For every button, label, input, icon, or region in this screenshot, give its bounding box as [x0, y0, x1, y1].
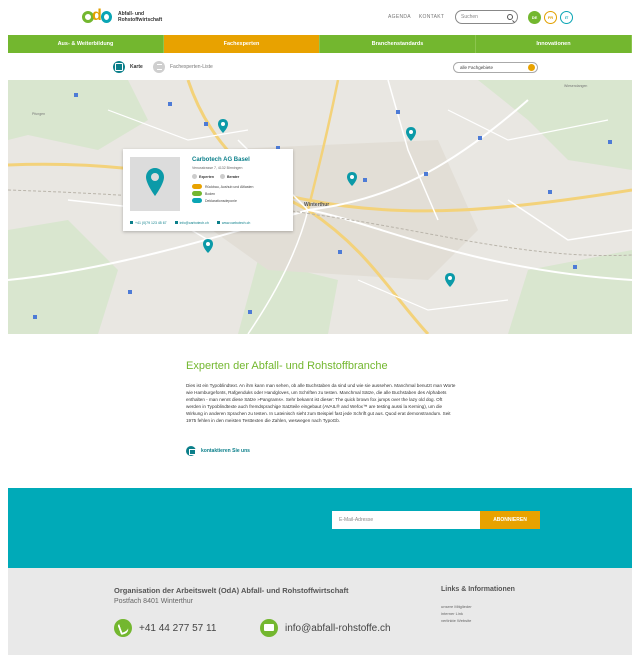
map-pin-icon[interactable] [445, 273, 455, 287]
contact-us-label: kontaktieren Sie uns [201, 448, 250, 454]
mail-icon [260, 619, 278, 637]
newsletter-email-placeholder: E-Mail-Adresse [339, 517, 374, 523]
expert-contact-row: +41 (0)79 123 45 67 info@carbotech.ch ww… [130, 221, 250, 225]
logo-text: Abfall- und Rohstoffwirtschaft [118, 11, 162, 23]
page-title: Experten der Abfall- und Rohstoffbranche [186, 360, 388, 372]
contact-us-link[interactable]: kontaktieren Sie uns [186, 446, 250, 456]
intro-section: Experten der Abfall- und Rohstoffbranche… [186, 360, 456, 424]
map-view[interactable]: Winterthur Wiesendangen Pfungen [8, 80, 632, 334]
mail-icon [186, 446, 196, 456]
main-nav: Aus- & Weiterbildung Fachexperten Branch… [8, 35, 632, 53]
subscribe-button[interactable]: ABONNIEREN [480, 511, 540, 529]
newsletter-band: E-Mail-Adresse ABONNIEREN [8, 488, 632, 568]
view-toolbar: Karte Fachexperten-Liste [0, 56, 636, 80]
role-badge: Berater [219, 174, 240, 179]
map-icon [113, 61, 125, 73]
logo[interactable]: d Abfall- und Rohstoffwirtschaft [82, 8, 162, 26]
footer-phone: +41 44 277 57 11 [139, 622, 217, 634]
site-header: d Abfall- und Rohstoffwirtschaft AGENDA … [0, 0, 636, 34]
role-badge: Experten [192, 174, 214, 179]
nav-kontakt-link[interactable]: KONTAKT [419, 14, 444, 20]
map-label-pfungen: Pfungen [32, 112, 46, 116]
tag-color-pill [192, 198, 202, 203]
footer-email: info@abfall-rohstoffe.ch [285, 622, 391, 634]
fachgebiet-select[interactable]: alle Fachgebiete [453, 62, 538, 73]
list-icon [153, 61, 165, 73]
mail-icon [174, 221, 178, 224]
tag-color-pill [192, 191, 202, 196]
expert-phone: +41 (0)79 123 45 67 [135, 221, 167, 225]
search-input[interactable]: Suchen [455, 10, 518, 24]
nav-agenda-link[interactable]: AGENDA [388, 14, 411, 20]
view-map-toggle[interactable]: Karte [113, 61, 143, 73]
phone-icon [130, 221, 133, 224]
top-nav: AGENDA KONTAKT [388, 14, 444, 20]
search-placeholder: Suchen [461, 14, 478, 20]
chevron-down-icon [528, 64, 535, 71]
newsletter-email-input[interactable]: E-Mail-Adresse [332, 511, 480, 529]
lang-fr-button[interactable]: FR [544, 11, 557, 24]
nav-item-fachexperten[interactable]: Fachexperten [164, 35, 320, 53]
footer-link-intern[interactable]: interner Link [441, 611, 463, 616]
expert-roles: Experten Berater [192, 174, 239, 179]
expert-phone-link[interactable]: +41 (0)79 123 45 67 [130, 221, 167, 225]
footer-link-mitglieder[interactable]: unsere Mitglieder [441, 604, 472, 609]
expert-info-card[interactable]: Carbotech AG Basel Venusstrasse 7, 4132 … [123, 149, 293, 231]
phone-icon [114, 619, 132, 637]
expertise-tag: Deklarationsdeponie [192, 198, 237, 203]
lang-de-button[interactable]: DE [528, 11, 541, 24]
tag-color-pill [192, 184, 202, 189]
footer-email-link[interactable]: info@abfall-rohstoffe.ch [260, 619, 391, 637]
expert-email-link[interactable]: info@carbotech.ch [174, 221, 209, 225]
footer-org-name: Organisation der Arbeitswelt (OdA) Abfal… [114, 586, 349, 595]
footer-link-website[interactable]: verlinkte Website [441, 618, 471, 623]
view-list-label: Fachexperten-Liste [170, 64, 213, 70]
view-map-label: Karte [130, 64, 143, 70]
map-pin-icon[interactable] [406, 127, 416, 141]
map-pin-icon[interactable] [203, 239, 213, 253]
expert-email: info@carbotech.ch [179, 221, 209, 225]
expertise-tag: Boden [192, 191, 215, 196]
nav-item-weiterbildung[interactable]: Aus- & Weiterbildung [8, 35, 164, 53]
tag-label: Rückbau, Aushub und Altlasten [205, 184, 254, 189]
map-pin-icon[interactable] [218, 119, 228, 133]
nav-item-branchenstandards[interactable]: Branchenstandards [320, 35, 476, 53]
lang-it-button[interactable]: IT [560, 11, 573, 24]
globe-icon [216, 221, 220, 224]
badge-icon [192, 174, 197, 179]
tag-label: Boden [205, 191, 216, 196]
site-footer: Organisation der Arbeitswelt (OdA) Abfal… [8, 568, 632, 655]
expert-address: Venusstrasse 7, 4132 Birmingen [192, 166, 243, 170]
nav-item-innovationen[interactable]: Innovationen [476, 35, 632, 53]
logo-line-2: Rohstoffwirtschaft [118, 17, 163, 23]
map-label-wiesendangen: Wiesendangen [564, 84, 588, 88]
expert-thumbnail [130, 157, 180, 211]
footer-phone-link[interactable]: +41 44 277 57 11 [114, 619, 216, 637]
footer-address: Postfach 8401 Winterthur [114, 598, 193, 605]
fachgebiet-select-value: alle Fachgebiete [460, 65, 494, 70]
expert-web-link[interactable]: www.carbotech.ch [216, 221, 251, 225]
tag-label: Deklarationsdeponie [205, 198, 237, 203]
map-label-winterthur: Winterthur [304, 202, 330, 208]
role-berater: Berater [226, 174, 240, 179]
search-icon[interactable] [507, 14, 513, 20]
footer-links-title: Links & Informationen [441, 586, 515, 593]
role-experten: Experten [199, 174, 214, 179]
expert-name[interactable]: Carbotech AG Basel [192, 157, 250, 163]
map-pin-icon[interactable] [347, 172, 357, 186]
expertise-tag: Rückbau, Aushub und Altlasten [192, 184, 253, 189]
oda-logo-mark: d [82, 8, 112, 26]
expert-web: www.carbotech.ch [221, 221, 251, 225]
intro-text: Dies ist ein Typoblindtext. An ihm kann … [186, 383, 456, 423]
view-list-toggle[interactable]: Fachexperten-Liste [153, 61, 213, 73]
location-pin-icon [146, 168, 164, 196]
badge-icon [219, 174, 225, 179]
